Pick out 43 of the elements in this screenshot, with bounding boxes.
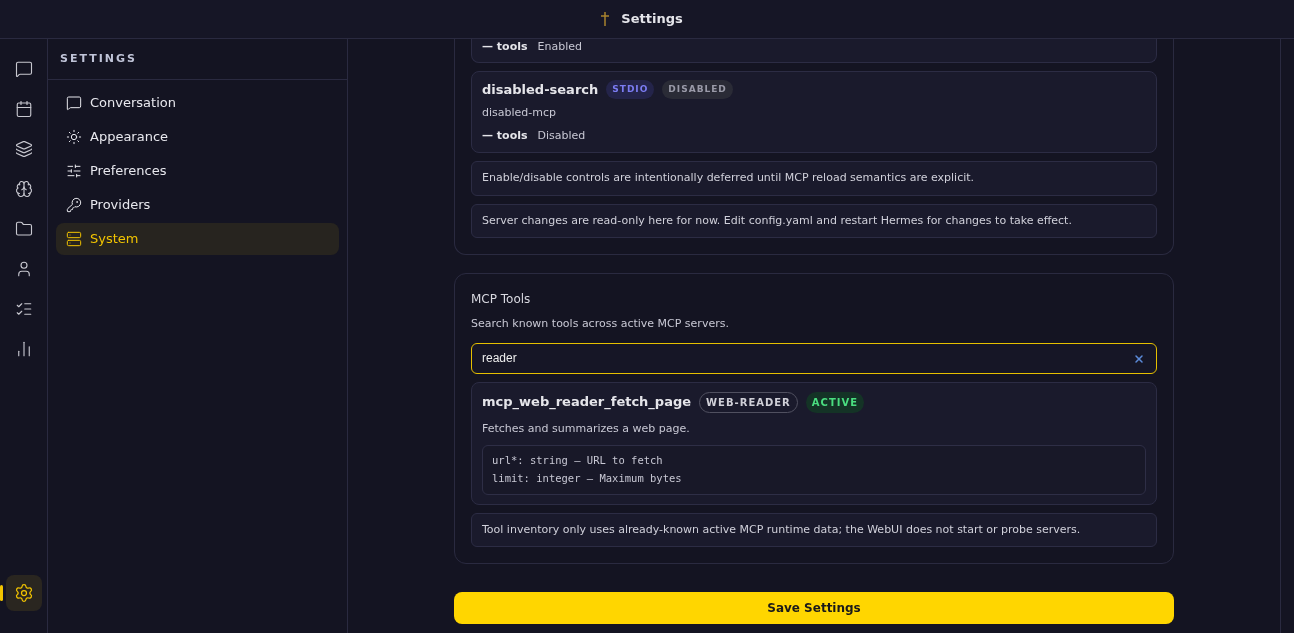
tools-count: — tools	[482, 39, 528, 55]
calendar-icon	[14, 100, 33, 118]
tool-name: mcp_web_reader_fetch_page	[482, 393, 692, 412]
key-icon	[66, 197, 82, 213]
sun-icon	[66, 129, 82, 145]
info-note: Server changes are read-only here for now. Edit config.yaml and restart Hermes for changes to take effect.	[471, 203, 1157, 238]
chat-bubble-icon	[66, 95, 82, 111]
active-indicator	[0, 585, 3, 601]
server-status: Disabled	[537, 127, 586, 144]
sidebar-item[interactable]: System	[56, 223, 339, 255]
tools-count: — tools	[482, 127, 528, 144]
section-description: Search known tools across active MCP servers.	[471, 316, 730, 332]
sidebar-item[interactable]: Appearance	[56, 121, 339, 153]
save-settings-button[interactable]: Save Settings	[454, 592, 1174, 624]
sliders-icon	[66, 163, 82, 179]
server-status: Enabled	[537, 39, 582, 55]
sidebar-heading: SETTINGS	[60, 50, 137, 67]
checklist-icon	[14, 300, 33, 318]
cross-icon	[601, 12, 610, 26]
status-badge: ACTIVE	[805, 391, 865, 413]
settings-rail-button[interactable]	[5, 575, 42, 611]
info-note: Enable/disable controls are intentionally deferred until MCP reload semantics are explicit.	[471, 161, 1157, 196]
server-command: disabled-mcp	[482, 105, 557, 121]
server-name: disabled-search	[482, 80, 599, 99]
sidebar-item[interactable]: Conversation	[56, 87, 339, 119]
param-line: limit: integer — Maximum bytes	[492, 470, 683, 486]
sidebar-item[interactable]: Preferences	[56, 155, 339, 187]
search-field[interactable]: reader	[471, 342, 1157, 374]
tool-description: Fetches and summarizes a web page.	[482, 420, 691, 437]
chat-bubble-icon	[14, 60, 33, 78]
window-title: Settings	[621, 10, 683, 29]
param-line: url*: string — URL to fetch	[492, 453, 664, 468]
clear-icon[interactable]	[1133, 352, 1145, 365]
transport-badge: STDIO	[606, 79, 655, 99]
section-title: MCP Tools	[471, 291, 532, 308]
folder-icon	[14, 220, 33, 238]
sidebar-item[interactable]: Providers	[56, 189, 339, 221]
server-icon	[66, 231, 82, 247]
settings-icon	[13, 583, 34, 603]
layers-icon	[14, 140, 33, 158]
brain-icon	[14, 180, 33, 198]
status-badge: DISABLED	[662, 79, 733, 99]
info-note: Tool inventory only uses already-known active MCP runtime data; the WebUI does not start or probe servers.	[471, 512, 1157, 547]
